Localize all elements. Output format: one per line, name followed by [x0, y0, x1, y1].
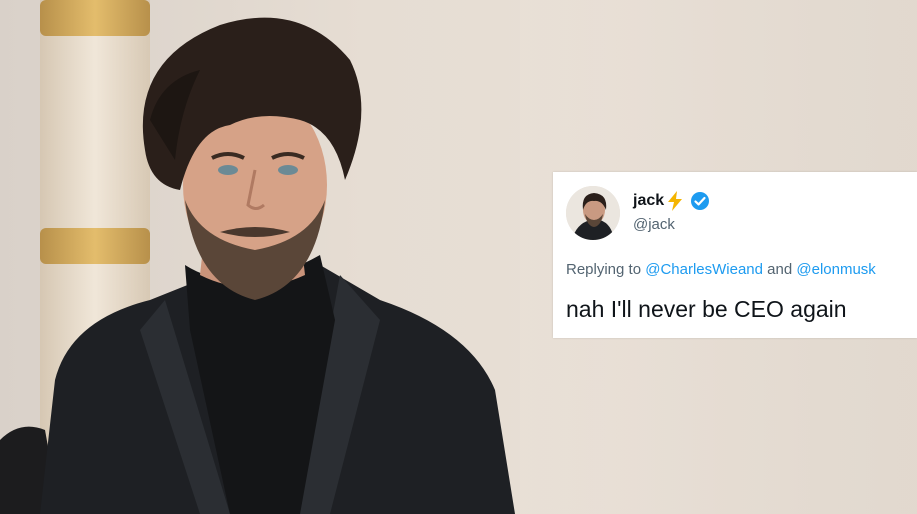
avatar-photo — [566, 186, 620, 240]
mention-link-elonmusk[interactable]: @elonmusk — [796, 261, 875, 278]
tweet-text: nah I'll never be CEO again — [566, 296, 847, 322]
reply-prefix: Replying to — [566, 261, 642, 278]
lightning-bolt-icon — [666, 191, 684, 211]
display-name[interactable]: jack — [633, 192, 664, 210]
avatar[interactable] — [566, 186, 620, 240]
photo-composite: jack @jack Replying to @CharlesWieand an… — [0, 0, 917, 514]
reply-context: Replying to @CharlesWieand and @elonmusk — [566, 261, 876, 278]
reply-joiner: and — [767, 261, 793, 278]
tweet-author-name[interactable]: jack — [633, 191, 710, 211]
tweet-handle[interactable]: @jack — [633, 216, 675, 233]
mention-link-charleswieand[interactable]: @CharlesWieand — [645, 261, 763, 278]
person-photo — [0, 17, 515, 514]
tweet-card: jack @jack Replying to @CharlesWieand an… — [553, 172, 917, 338]
verified-badge-icon — [690, 191, 710, 211]
